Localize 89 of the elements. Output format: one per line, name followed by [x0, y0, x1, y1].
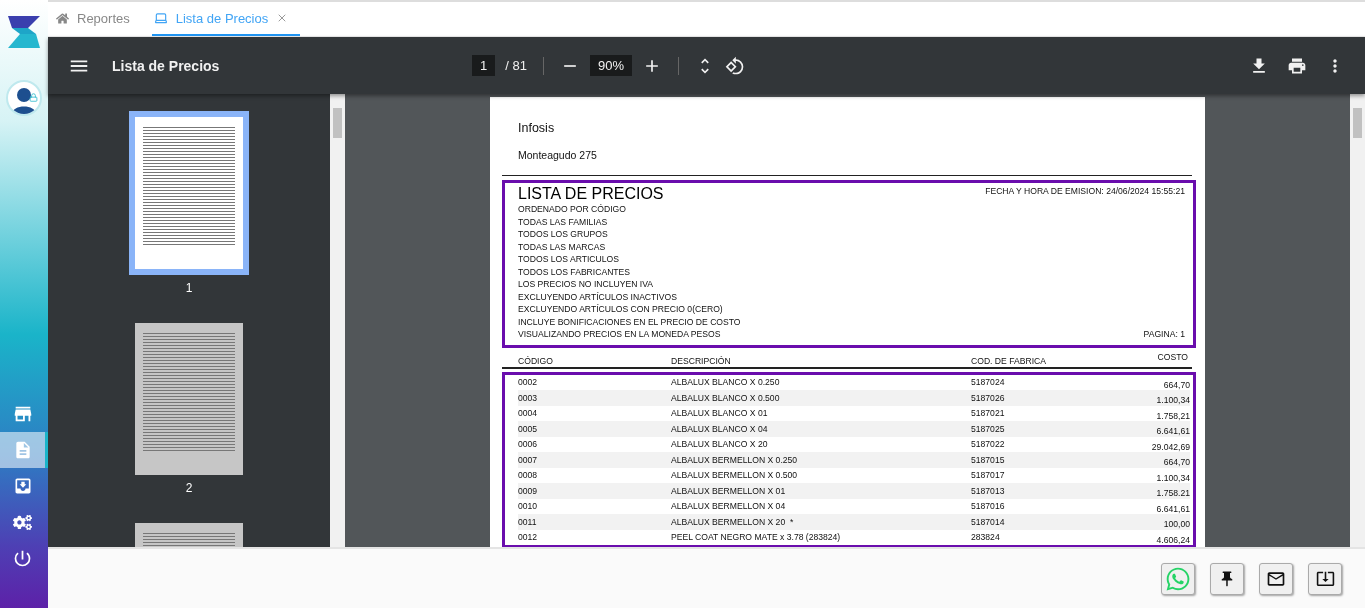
filter-line: INCLUYE BONIFICACIONES EN EL PRECIO DE COSTO: [518, 315, 742, 328]
page-number-field[interactable]: 1: [472, 55, 496, 76]
table-cell-text: 6.641,61: [1156, 425, 1190, 437]
table-cell-text: ALBALUX BLANCO X 04: [671, 423, 769, 434]
page-thumbnail[interactable]: [135, 323, 243, 475]
user-avatar[interactable]: [6, 80, 42, 116]
page-thumbnail[interactable]: [129, 111, 249, 275]
tab[interactable]: Reportes: [54, 2, 142, 36]
table-cell-text: 5187024: [971, 377, 1006, 388]
table-cell-text: 5187026: [971, 392, 1006, 403]
column-header: CÓDIGO: [518, 354, 554, 366]
pin-button[interactable]: [1210, 562, 1244, 595]
zoom-field[interactable]: 90%: [589, 55, 632, 76]
column-header: COD. DE FABRICA: [971, 354, 1047, 366]
table-cell-text: 6.641,61: [1156, 502, 1190, 514]
whatsapp-icon: [1165, 565, 1191, 592]
table-cell-text: 5187016: [971, 501, 1006, 512]
scrollbar[interactable]: [1350, 94, 1365, 547]
email-button[interactable]: [1259, 562, 1293, 595]
table-cell-text: 5187015: [971, 454, 1006, 465]
table-cell-text: 664,70: [1163, 378, 1190, 390]
table-cell-text: 1.758.21: [1156, 487, 1190, 499]
table-cell-text: 1.100,34: [1156, 471, 1190, 483]
table-cell-text: ALBALUX BLANCO X 01: [671, 408, 769, 419]
table-cell-text: 0004: [518, 408, 539, 419]
report-title: LISTA DE PRECIOS: [518, 185, 664, 203]
user-icon: [11, 86, 37, 114]
table-cell-text: ALBALUX BLANCO X 0.250: [671, 377, 781, 388]
table-cell-text: 0007: [518, 454, 539, 465]
table-cell-text: 0011: [518, 516, 538, 527]
page-total: / 81: [505, 58, 527, 73]
lock-icon: [29, 93, 38, 102]
table-cell-text: 1.100,34: [1156, 394, 1190, 406]
table-cell-text: PEEL COAT NEGRO MATE x 3.78 (283824): [671, 532, 842, 543]
table-cell-text: 664,70: [1163, 456, 1190, 468]
gears-icon: [13, 512, 32, 532]
thumbnail-label: 1: [185, 281, 193, 295]
table-cell-text: 1.758,21: [1156, 409, 1190, 421]
column-header: COSTO: [1157, 351, 1188, 364]
download-button[interactable]: [1308, 562, 1342, 595]
thumbnail-label: 2: [185, 481, 193, 495]
table-cell-text: 0009: [518, 485, 539, 496]
table-cell-text: 283824: [971, 532, 1001, 543]
rotate-icon[interactable]: [724, 55, 745, 76]
table-cell-text: 5187025: [971, 423, 1006, 434]
company-address: Monteagudo 275: [517, 149, 598, 161]
table-cell-text: 0012: [518, 532, 539, 543]
filter-line: EXCLUYENDO ARTÍCULOS INACTIVOS: [518, 290, 678, 303]
tab-label: Reportes: [77, 10, 130, 26]
scrollbar[interactable]: [330, 94, 345, 547]
table-cell-text: 4.606,24: [1156, 533, 1190, 545]
table-cell-text: 0003: [518, 392, 539, 403]
table-cell-text: ALBALUX BERMELLON X 0.250: [671, 454, 799, 465]
filter-line: TODOS LOS ARTICULOS: [518, 253, 620, 266]
filter-line: TODOS LOS GRUPOS: [518, 228, 609, 241]
table-cell-text: 0002: [518, 377, 539, 388]
filter-line: ORDENADO POR CÓDIGO: [518, 203, 627, 216]
emission-date: FECHA Y HORA DE EMISION: 24/06/2024 15:55:21: [985, 185, 1185, 198]
home-icon: [56, 11, 69, 25]
table-cell-text: ALBALUX BERMELLON X 04: [671, 501, 787, 512]
table-cell-text: 5187017: [971, 470, 1006, 481]
table-cell-text: ALBALUX BERMELLON X 01: [671, 485, 787, 496]
table-cell-text: 29.042,69: [1151, 440, 1190, 452]
table-cell-text: 5187022: [971, 439, 1006, 450]
laptop-icon: [153, 11, 168, 25]
column-header: DESCRIPCIÓN: [671, 354, 732, 366]
filter-line: VISUALIZANDO PRECIOS EN LA MONEDA PESOS: [518, 328, 721, 341]
table-cell-text: ALBALUX BERMELLON X 0.500: [671, 470, 799, 481]
download-icon: [1315, 569, 1335, 588]
table-cell-text: 0010: [518, 501, 539, 512]
filter-line: TODAS LAS MARCAS: [518, 240, 607, 253]
tab-label: Lista de Precios: [175, 10, 269, 26]
table-cell-text: 100,00: [1163, 518, 1190, 530]
table-cell-text: 5187013: [971, 485, 1006, 496]
table-cell-text: 0008: [518, 470, 539, 481]
filter-line: TODAS LAS FAMILIAS: [518, 215, 609, 228]
table-cell-text: 0006: [518, 439, 539, 450]
page-label: PAGINA: 1: [1143, 328, 1185, 341]
filter-line: EXCLUYENDO ARTÍCULOS CON PRECIO 0(CERO): [518, 303, 724, 316]
company-name: Infosis: [517, 121, 556, 135]
table-cell-text: ALBALUX BERMELLON X 20 *: [671, 516, 795, 527]
table-cell-text: ALBALUX BLANCO X 0.500: [671, 392, 781, 403]
filter-line: TODOS LOS FABRICANTES: [518, 265, 632, 278]
table-cell-text: 5187014: [971, 516, 1006, 527]
filter-line: LOS PRECIOS NO INCLUYEN IVA: [518, 278, 654, 291]
table-cell-text: 0005: [518, 423, 539, 434]
table-cell-text: 5187021: [971, 408, 1006, 419]
document-title: Lista de Precios: [112, 57, 221, 74]
table-cell-text: ALBALUX BLANCO X 20: [671, 439, 769, 450]
